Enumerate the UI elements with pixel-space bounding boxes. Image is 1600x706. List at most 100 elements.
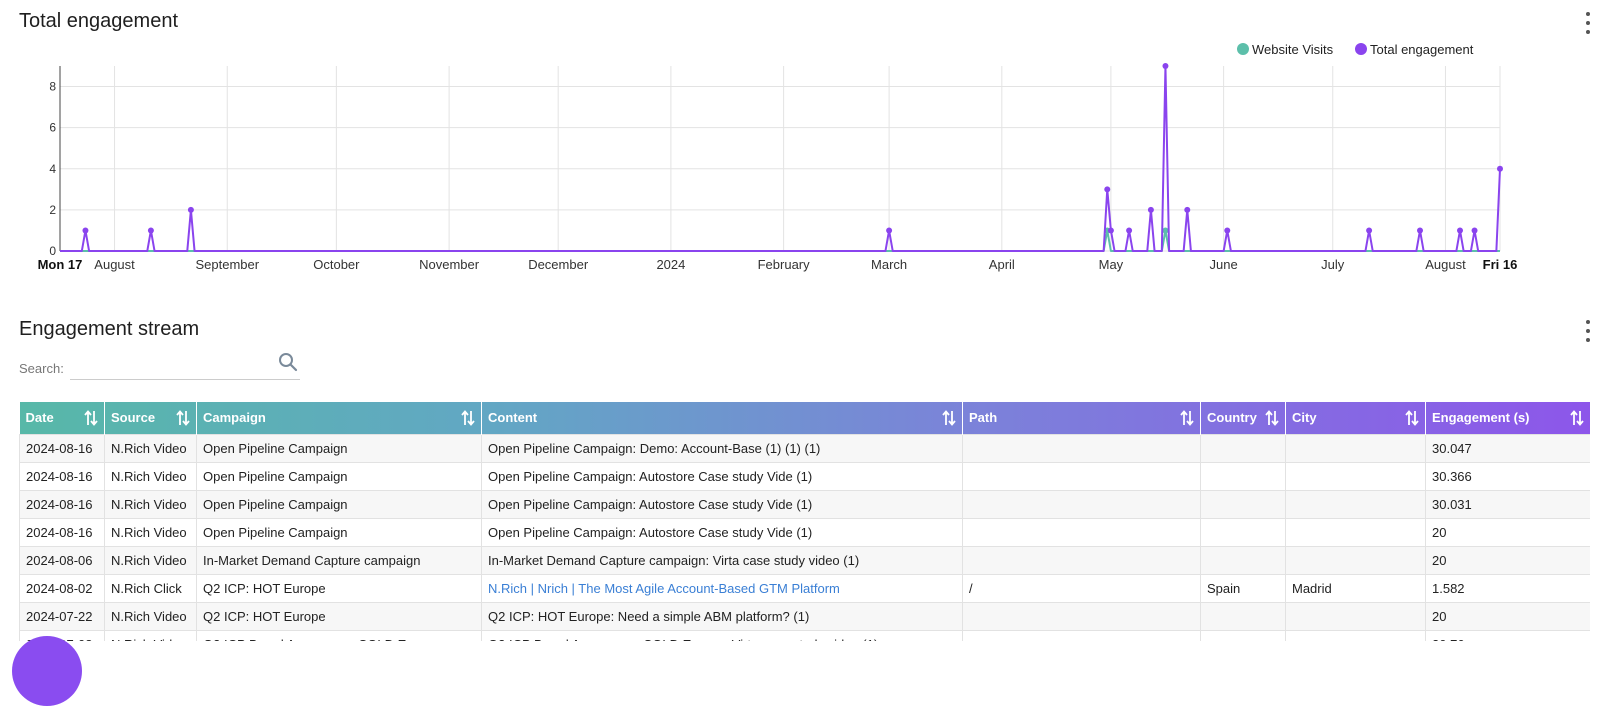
data-point-total-engagement	[1162, 63, 1169, 69]
cell-country	[1200, 545, 1286, 575]
cell-campaign: Open Pipeline Campaign	[196, 517, 482, 547]
cell-city	[1285, 545, 1426, 575]
column-header-source[interactable]: Source	[104, 402, 197, 434]
cell-content: In-Market Demand Capture campaign: Virta…	[481, 545, 963, 575]
x-tick-label: August	[94, 257, 135, 272]
cell-source: N.Rich Video	[104, 545, 197, 575]
search-box	[69, 353, 300, 380]
search-icon[interactable]	[278, 352, 298, 372]
data-point-total-engagement	[1471, 227, 1478, 234]
cell-date: 2024-08-16	[19, 461, 105, 491]
cell-source: N.Rich Video	[104, 517, 197, 547]
column-header-label: Source	[111, 410, 156, 426]
legend-marker	[1237, 43, 1249, 55]
cell-path: /	[962, 573, 1201, 603]
cell-engagement: 20	[1425, 517, 1590, 547]
data-point-total-engagement	[1497, 165, 1503, 172]
table-body: 2024-08-16 N.Rich Video Open Pipeline Camp…	[19, 433, 1590, 641]
engagement-table: Date Source Campaign Content Path Country City…	[19, 402, 1590, 641]
x-tick-label: November	[419, 257, 480, 272]
column-header-country[interactable]: Country	[1200, 402, 1286, 434]
cell-date: 2024-08-16	[19, 433, 105, 463]
cell-date: 2024-08-16	[19, 489, 105, 519]
cell-country	[1200, 433, 1286, 463]
search-label: Search:	[19, 360, 64, 376]
cell-source: N.Rich Video	[104, 461, 197, 491]
table-row[interactable]: 2024-08-06 N.Rich Video In-Market Demand C…	[19, 545, 1590, 575]
column-header-label: Date	[25, 410, 54, 426]
sort-icon[interactable]	[84, 410, 98, 426]
cell-campaign: Open Pipeline Campaign	[196, 461, 482, 491]
y-tick-label: 0	[49, 244, 56, 258]
cell-campaign: Q2 ICP: HOT Europe	[196, 601, 482, 631]
sort-icon[interactable]	[1405, 410, 1419, 426]
cell-engagement: 30.031	[1425, 489, 1590, 519]
x-tick-label: September	[195, 257, 259, 272]
x-tick-label: July	[1321, 257, 1345, 272]
stream-menu-icon[interactable]	[1584, 320, 1592, 342]
column-header-date[interactable]: Date	[19, 402, 105, 434]
cell-city	[1285, 629, 1426, 641]
cell-city	[1285, 601, 1426, 631]
x-tick-label: Fri 16	[1483, 257, 1518, 272]
table-header-row: Date Source Campaign Content Path Country City…	[19, 402, 1590, 434]
content-link[interactable]: N.Rich | Nrich | The Most Agile Account-…	[488, 581, 840, 596]
y-tick-label: 6	[49, 121, 56, 135]
cell-campaign: In-Market Demand Capture campaign	[196, 545, 482, 575]
data-point-total-engagement	[82, 227, 89, 234]
table-row[interactable]: 2024-08-16 N.Rich Video Open Pipeline Camp…	[19, 433, 1590, 463]
cell-country	[1200, 489, 1286, 519]
sort-icon[interactable]	[461, 410, 475, 426]
cell-campaign: Q2 ICP Brand Awareness: COLD Europe	[196, 629, 482, 641]
search-input[interactable]	[69, 356, 270, 378]
cell-path	[962, 629, 1201, 641]
column-header-campaign[interactable]: Campaign	[196, 402, 482, 434]
sort-icon[interactable]	[942, 410, 956, 426]
series-line-total-engagement	[60, 65, 1501, 252]
column-header-city[interactable]: City	[1285, 402, 1426, 434]
series-line-website-visits	[60, 229, 1500, 252]
search-row: Search:	[19, 353, 300, 380]
y-tick-label: 4	[49, 162, 56, 176]
sort-icon[interactable]	[1180, 410, 1194, 426]
cell-engagement: 20	[1425, 601, 1590, 631]
chart-menu-icon[interactable]	[1584, 12, 1592, 34]
x-tick-label: August	[1425, 257, 1466, 272]
sort-icon[interactable]	[1265, 410, 1279, 426]
table-row[interactable]: 2024-07-22 N.Rich Video Q2 ICP: HOT Europe…	[19, 601, 1590, 631]
y-tick-label: 2	[49, 203, 56, 217]
cell-content: Open Pipeline Campaign: Autostore Case s…	[481, 517, 963, 547]
data-point-total-engagement	[886, 227, 893, 234]
cell-source: N.Rich Video	[104, 433, 197, 463]
sort-icon[interactable]	[176, 410, 190, 426]
cell-city: Madrid	[1285, 573, 1426, 603]
cell-date: 2024-08-16	[19, 517, 105, 547]
table-row[interactable]: 2024-08-16 N.Rich Video Open Pipeline Camp…	[19, 489, 1590, 519]
x-tick-label: February	[758, 257, 811, 272]
legend-marker	[1355, 43, 1367, 55]
legend-entry: Website Visits	[1252, 42, 1334, 57]
table-row[interactable]: 2024-07-08N.Rich VideoQ2 ICP Brand Aware…	[19, 629, 1590, 641]
cell-campaign: Open Pipeline Campaign	[196, 489, 482, 519]
data-point-total-engagement	[1104, 186, 1111, 193]
legend-entry: Total engagement	[1370, 42, 1474, 57]
data-point-total-engagement	[1107, 227, 1114, 234]
cell-path	[962, 601, 1201, 631]
x-tick-label: December	[528, 257, 589, 272]
cell-country	[1200, 629, 1286, 641]
table-row[interactable]: 2024-08-16 N.Rich Video Open Pipeline Camp…	[19, 461, 1590, 491]
sort-icon[interactable]	[1570, 410, 1584, 426]
chat-launcher-button[interactable]	[12, 636, 82, 706]
data-point-website-visits	[1162, 227, 1169, 234]
cell-country	[1200, 601, 1286, 631]
column-header-label: City	[1292, 410, 1317, 426]
cell-content: N.Rich | Nrich | The Most Agile Account-…	[481, 573, 963, 603]
column-header-content[interactable]: Content	[481, 402, 963, 434]
table-row[interactable]: 2024-08-02 N.Rich Click Q2 ICP: HOT Europe…	[19, 573, 1590, 603]
x-tick-label: April	[989, 257, 1015, 272]
column-header-path[interactable]: Path	[962, 402, 1201, 434]
cell-country	[1200, 517, 1286, 547]
table-row[interactable]: 2024-08-16 N.Rich Video Open Pipeline Camp…	[19, 517, 1590, 547]
column-header-engagement-s[interactable]: Engagement (s)	[1425, 402, 1590, 434]
data-point-total-engagement	[187, 206, 194, 213]
